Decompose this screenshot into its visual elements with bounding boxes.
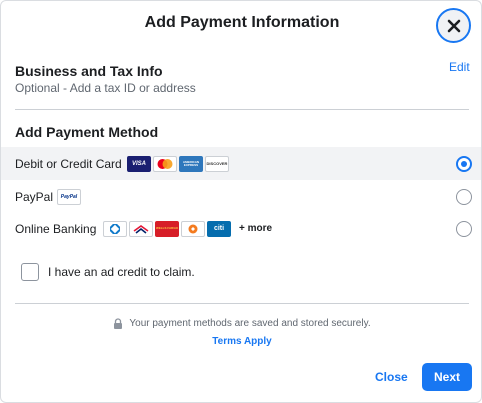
divider [15, 109, 469, 110]
next-button[interactable]: Next [422, 363, 472, 391]
citi-logo: citi [207, 220, 231, 237]
paypal-logos: PayPal [57, 188, 81, 205]
close-icon [447, 19, 460, 32]
payment-option-label: PayPal [15, 189, 54, 204]
ad-credit-checkbox-row[interactable]: I have an ad credit to claim. [21, 263, 195, 281]
close-button[interactable]: Close [375, 370, 408, 384]
business-tax-heading: Business and Tax Info [15, 63, 163, 79]
business-tax-subtext: Optional - Add a tax ID or address [15, 81, 196, 95]
secure-notice: Your payment methods are saved and store… [1, 318, 482, 329]
dialog-title: Add Payment Information [144, 14, 340, 31]
terms-apply-link[interactable]: Terms Apply [1, 336, 482, 347]
payment-option-radio[interactable] [456, 155, 472, 172]
payment-method-heading: Add Payment Method [15, 124, 159, 140]
payment-option-paypal[interactable]: PayPal PayPal [1, 180, 481, 213]
payment-option-online-banking[interactable]: Online Banking WELLS FARGO citi + more [1, 212, 481, 245]
divider [15, 303, 469, 304]
ad-credit-label: I have an ad credit to claim. [48, 265, 195, 279]
bank-logos: WELLS FARGO citi + more [103, 220, 272, 237]
mastercard-logo [153, 155, 177, 172]
us-bank-logo [181, 220, 205, 237]
edit-business-link[interactable]: Edit [449, 60, 470, 74]
payment-option-card[interactable]: Debit or Credit Card VISA AMERICAN EXPRE… [1, 147, 481, 180]
paypal-logo: PayPal [57, 188, 81, 205]
wells-fargo-logo: WELLS FARGO [155, 220, 179, 237]
discover-logo: DISCOVER [205, 155, 229, 172]
card-logos: VISA AMERICAN EXPRESS DISCOVER [127, 155, 229, 172]
visa-logo: VISA [127, 155, 151, 172]
payment-option-radio[interactable] [456, 188, 472, 205]
amex-logo: AMERICAN EXPRESS [179, 155, 203, 172]
close-dialog-button[interactable] [436, 8, 471, 43]
payment-option-radio[interactable] [456, 220, 472, 237]
secure-text: Your payment methods are saved and store… [129, 318, 371, 329]
ad-credit-checkbox[interactable] [21, 263, 39, 281]
chase-logo [103, 220, 127, 237]
more-banks-link[interactable]: + more [239, 223, 272, 234]
payment-option-label: Debit or Credit Card [15, 156, 122, 171]
bank-of-america-logo [129, 220, 153, 237]
lock-icon [114, 318, 123, 329]
payment-option-label: Online Banking [15, 221, 97, 236]
payment-dialog: Add Payment Information Business and Tax… [0, 0, 482, 403]
